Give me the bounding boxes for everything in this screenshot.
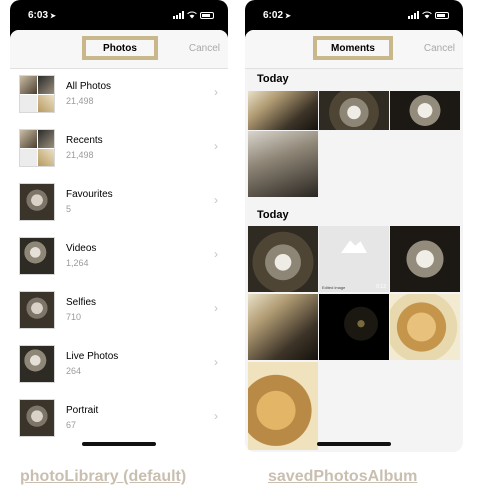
photo-thumbnail[interactable] — [248, 362, 318, 450]
album-thumbnail — [19, 129, 55, 167]
nav-bar: Photos Cancel — [10, 30, 228, 69]
album-thumbnail — [19, 291, 55, 329]
chevron-right-icon: › — [214, 409, 218, 423]
photo-thumbnail[interactable] — [248, 91, 318, 130]
album-name: Live Photos — [66, 351, 119, 362]
location-icon: ➤ — [285, 13, 291, 20]
album-thumbnail — [19, 345, 55, 383]
edited-image-thumbnail[interactable]: Edited image 0:12 — [319, 226, 389, 292]
nav-bar: Moments Cancel — [245, 30, 463, 69]
album-count: 21,498 — [66, 96, 94, 106]
section-header: Today — [257, 209, 289, 221]
status-time: 6:02 ➤ — [263, 10, 291, 21]
photo-thumbnail[interactable] — [248, 294, 318, 360]
album-count: 1,264 — [66, 258, 89, 268]
photo-library-screen: 6:03 ➤ Photos Cancel All Photos 21,498 › … — [10, 0, 228, 452]
wifi-icon — [187, 11, 197, 19]
status-icons — [173, 11, 214, 19]
caption-photo-library: photoLibrary (default) — [20, 468, 187, 485]
nav-title: Moments — [331, 42, 375, 54]
album-count: 67 — [66, 420, 77, 430]
chevron-right-icon: › — [214, 247, 218, 261]
album-count: 710 — [66, 312, 82, 322]
album-name: Videos — [66, 243, 97, 254]
album-row-videos[interactable]: Videos 1,264 › — [10, 230, 228, 284]
chevron-right-icon: › — [214, 193, 218, 207]
album-thumbnail — [19, 183, 55, 221]
album-name: Portrait — [66, 405, 99, 416]
album-count: 5 — [66, 204, 72, 214]
album-thumbnail — [19, 75, 55, 113]
cancel-button[interactable]: Cancel — [189, 43, 220, 54]
album-count: 264 — [66, 366, 82, 376]
saved-photos-album-screen: 6:02 ➤ Moments Cancel Today Today Edited … — [245, 0, 463, 452]
chevron-right-icon: › — [214, 301, 218, 315]
nav-title: Photos — [103, 42, 137, 54]
edited-image-label: Edited image — [322, 285, 346, 290]
photo-thumbnail[interactable] — [319, 91, 389, 130]
wifi-icon — [422, 11, 432, 19]
photo-thumbnail[interactable] — [390, 226, 460, 292]
status-icons — [408, 11, 449, 19]
photo-thumbnail[interactable] — [390, 91, 460, 130]
nav-title-highlight: Photos — [82, 36, 158, 60]
video-duration: 0:12 — [376, 284, 386, 290]
battery-icon — [200, 11, 214, 19]
chevron-right-icon: › — [214, 355, 218, 369]
location-icon: ➤ — [50, 13, 56, 20]
album-row-portrait[interactable]: Portrait 67 › — [10, 392, 228, 446]
caption-saved-photos-album: savedPhotosAlbum — [268, 468, 418, 485]
album-thumbnail — [19, 237, 55, 275]
album-name: All Photos — [66, 81, 112, 92]
album-row-selfies[interactable]: Selfies 710 › — [10, 284, 228, 338]
album-name: Selfies — [66, 297, 97, 308]
album-thumbnail — [19, 399, 55, 437]
cancel-button[interactable]: Cancel — [424, 43, 455, 54]
nav-title-highlight: Moments — [313, 36, 393, 60]
home-indicator — [82, 442, 156, 446]
album-name: Favourites — [66, 189, 113, 200]
album-row-favourites[interactable]: Favourites 5 › — [10, 176, 228, 230]
photo-thumbnail[interactable] — [390, 294, 460, 360]
album-row-live-photos[interactable]: Live Photos 264 › — [10, 338, 228, 392]
chevron-right-icon: › — [214, 85, 218, 99]
photo-thumbnail[interactable] — [248, 226, 318, 292]
image-placeholder-icon — [341, 240, 367, 253]
picker-sheet: Photos Cancel All Photos 21,498 › Recent… — [10, 30, 228, 452]
album-name: Recents — [66, 135, 103, 146]
photo-thumbnail[interactable] — [248, 131, 318, 197]
battery-icon — [435, 11, 449, 19]
photo-thumbnail[interactable] — [319, 294, 389, 360]
cellular-signal-icon — [173, 11, 184, 19]
album-count: 21,498 — [66, 150, 94, 160]
section-header: Today — [257, 73, 289, 85]
home-indicator — [317, 442, 391, 446]
album-row-all-photos[interactable]: All Photos 21,498 › — [10, 68, 228, 122]
picker-sheet: Moments Cancel Today Today Edited image … — [245, 30, 463, 452]
status-time: 6:03 ➤ — [28, 10, 56, 21]
album-row-recents[interactable]: Recents 21,498 › — [10, 122, 228, 176]
chevron-right-icon: › — [214, 139, 218, 153]
cellular-signal-icon — [408, 11, 419, 19]
